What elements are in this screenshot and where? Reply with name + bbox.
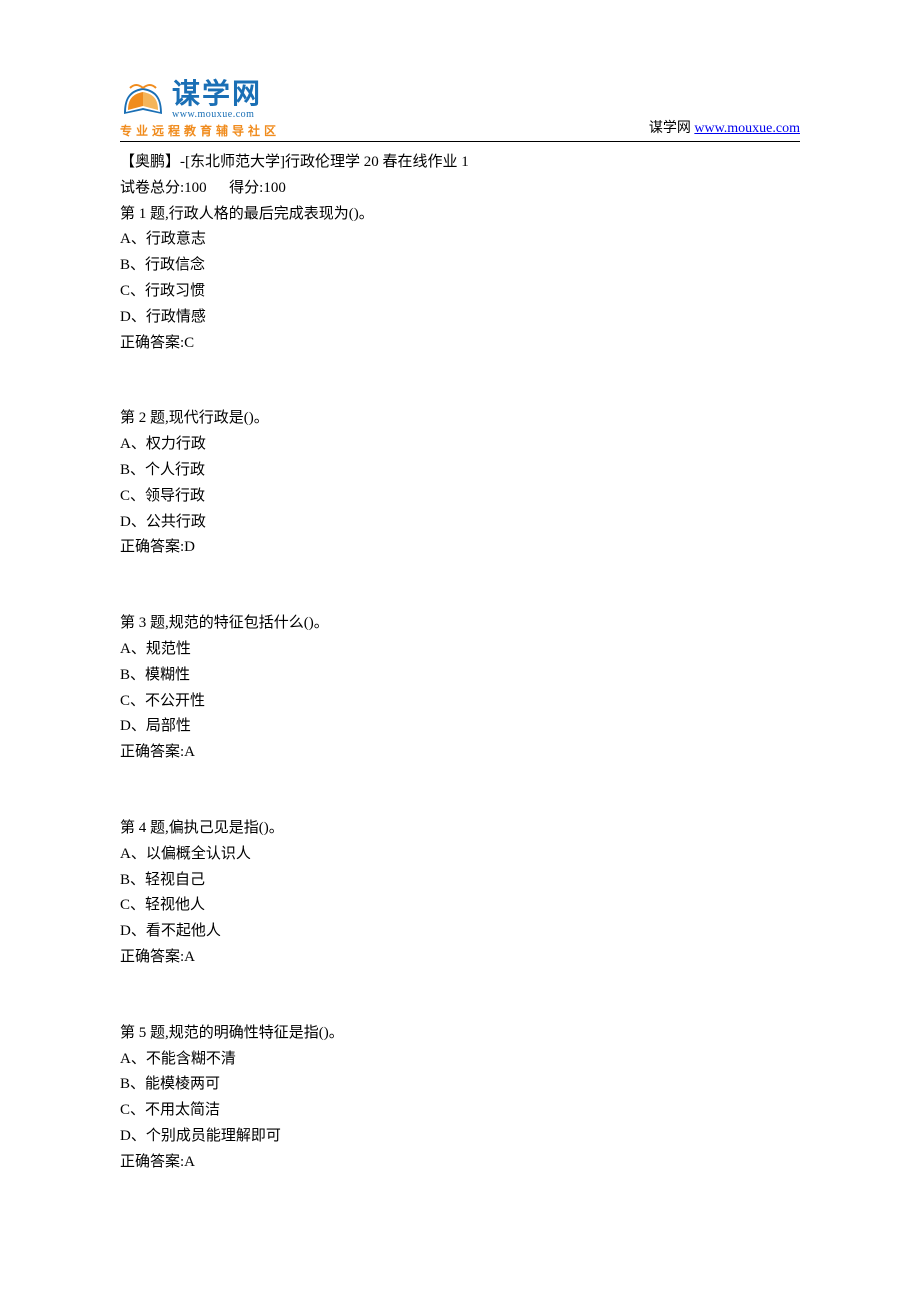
header-right: 谋学网 www.mouxue.com — [649, 117, 800, 139]
question-option: A、不能含糊不清 — [120, 1047, 800, 1073]
question-option: C、行政习惯 — [120, 279, 800, 305]
question-option: D、局部性 — [120, 714, 800, 740]
spacer — [120, 791, 800, 816]
doc-title: 【奥鹏】-[东北师范大学]行政伦理学 20 春在线作业 1 — [120, 150, 800, 176]
question-option: B、模糊性 — [120, 663, 800, 689]
spacer — [120, 766, 800, 791]
question-option: B、能模棱两可 — [120, 1072, 800, 1098]
spacer — [120, 356, 800, 381]
spacer — [120, 586, 800, 611]
logo-text-group: 谋学网 www.mouxue.com — [172, 80, 262, 120]
question-option: B、轻视自己 — [120, 868, 800, 894]
question-option: D、行政情感 — [120, 305, 800, 331]
score-line: 试卷总分:100 得分:100 — [120, 176, 800, 202]
question-answer: 正确答案:D — [120, 535, 800, 561]
page-container: 谋学网 www.mouxue.com 专业远程教育辅导社区 谋学网 www.mo… — [0, 0, 920, 1216]
document-content: 【奥鹏】-[东北师范大学]行政伦理学 20 春在线作业 1 试卷总分:100 得… — [120, 150, 800, 1176]
spacer — [120, 381, 800, 406]
spacer — [120, 561, 800, 586]
question-prompt: 第 4 题,偏执己见是指()。 — [120, 816, 800, 842]
question-option: C、不用太简洁 — [120, 1098, 800, 1124]
logo-tagline: 专业远程教育辅导社区 — [120, 122, 280, 139]
logo-title: 谋学网 — [172, 80, 262, 108]
question-prompt: 第 1 题,行政人格的最后完成表现为()。 — [120, 202, 800, 228]
question-prompt: 第 3 题,规范的特征包括什么()。 — [120, 611, 800, 637]
question-option: A、规范性 — [120, 637, 800, 663]
question-answer: 正确答案:C — [120, 331, 800, 357]
question-option: C、不公开性 — [120, 689, 800, 715]
question-option: C、领导行政 — [120, 484, 800, 510]
site-link[interactable]: www.mouxue.com — [694, 121, 800, 136]
logo-subtitle: www.mouxue.com — [172, 109, 262, 120]
logo-top: 谋学网 www.mouxue.com — [120, 80, 280, 120]
book-logo-icon — [120, 80, 166, 120]
question-prompt: 第 5 题,规范的明确性特征是指()。 — [120, 1021, 800, 1047]
question-answer: 正确答案:A — [120, 740, 800, 766]
logo-block: 谋学网 www.mouxue.com 专业远程教育辅导社区 — [120, 80, 280, 139]
question-option: D、看不起他人 — [120, 919, 800, 945]
question-option: B、行政信念 — [120, 253, 800, 279]
question-option: C、轻视他人 — [120, 893, 800, 919]
question-answer: 正确答案:A — [120, 1150, 800, 1176]
site-label: 谋学网 — [649, 121, 695, 136]
question-option: D、个别成员能理解即可 — [120, 1124, 800, 1150]
question-prompt: 第 2 题,现代行政是()。 — [120, 406, 800, 432]
spacer — [120, 996, 800, 1021]
question-option: A、权力行政 — [120, 432, 800, 458]
question-answer: 正确答案:A — [120, 945, 800, 971]
spacer — [120, 971, 800, 996]
header-row: 谋学网 www.mouxue.com 专业远程教育辅导社区 谋学网 www.mo… — [120, 80, 800, 142]
question-option: A、行政意志 — [120, 227, 800, 253]
question-option: B、个人行政 — [120, 458, 800, 484]
question-option: D、公共行政 — [120, 510, 800, 536]
question-option: A、以偏概全认识人 — [120, 842, 800, 868]
